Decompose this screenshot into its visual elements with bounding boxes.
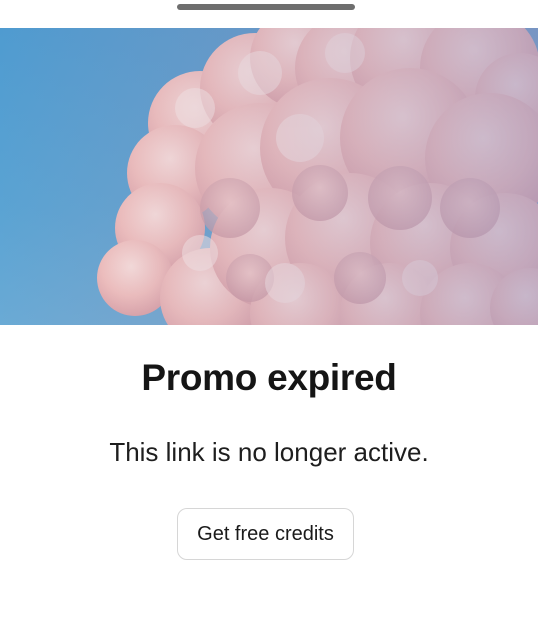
get-free-credits-button[interactable]: Get free credits xyxy=(177,508,354,560)
drag-handle[interactable] xyxy=(177,4,355,10)
page-title: Promo expired xyxy=(141,357,397,398)
status-message: This link is no longer active. xyxy=(109,437,429,467)
hero-image xyxy=(0,28,538,325)
bottom-sheet: Promo expired This link is no longer act… xyxy=(0,0,538,624)
